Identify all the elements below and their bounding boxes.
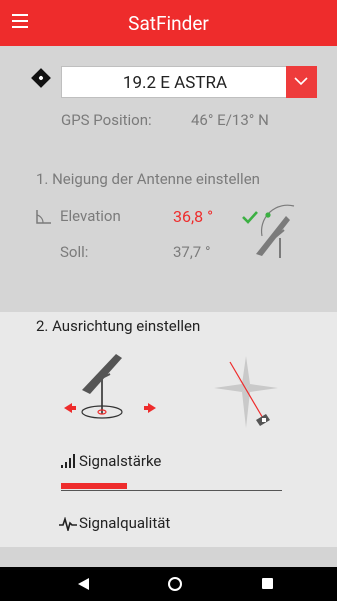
elevation-angle-icon — [36, 210, 51, 224]
chevron-down-icon — [294, 77, 308, 86]
app-title: SatFinder — [128, 12, 209, 35]
signal-bars-icon — [61, 454, 75, 468]
elevation-value: 36,8 ° — [173, 207, 214, 226]
alignment-section-title: 2. Ausrichtung einstellen — [36, 317, 201, 335]
signal-strength-track — [61, 490, 282, 491]
signal-quality-label: Signalqualität — [79, 514, 171, 532]
system-nav-bar — [0, 567, 337, 601]
bottom-spacer — [0, 547, 337, 567]
tilt-section-title: 1. Neigung der Antenne einstellen — [36, 170, 260, 188]
recents-icon[interactable] — [262, 578, 273, 589]
signal-strength-bar — [61, 483, 127, 489]
alignment-section — [0, 312, 337, 547]
target-elevation-label: Soll: — [60, 243, 89, 261]
back-icon[interactable] — [78, 578, 89, 590]
satellite-select[interactable]: 19.2 E ASTRA — [61, 66, 289, 98]
dish-rotation-icon — [64, 354, 156, 419]
signal-quality-icon — [59, 517, 77, 531]
dish-tilt-icon — [256, 204, 295, 258]
app-bar: SatFinder — [0, 0, 337, 46]
home-icon[interactable] — [168, 577, 182, 591]
target-elevation-value: 37,7 ° — [173, 243, 211, 261]
satellite-dropdown-button[interactable] — [286, 66, 317, 98]
elevation-label: Elevation — [60, 207, 121, 225]
signal-strength-label: Signalstärke — [79, 452, 162, 470]
compass-icon — [214, 356, 278, 428]
satellite-select-value: 19.2 E ASTRA — [122, 73, 228, 93]
gps-position-label: GPS Position: — [61, 111, 152, 129]
gps-position-value: 46° E/13° N — [191, 111, 269, 129]
